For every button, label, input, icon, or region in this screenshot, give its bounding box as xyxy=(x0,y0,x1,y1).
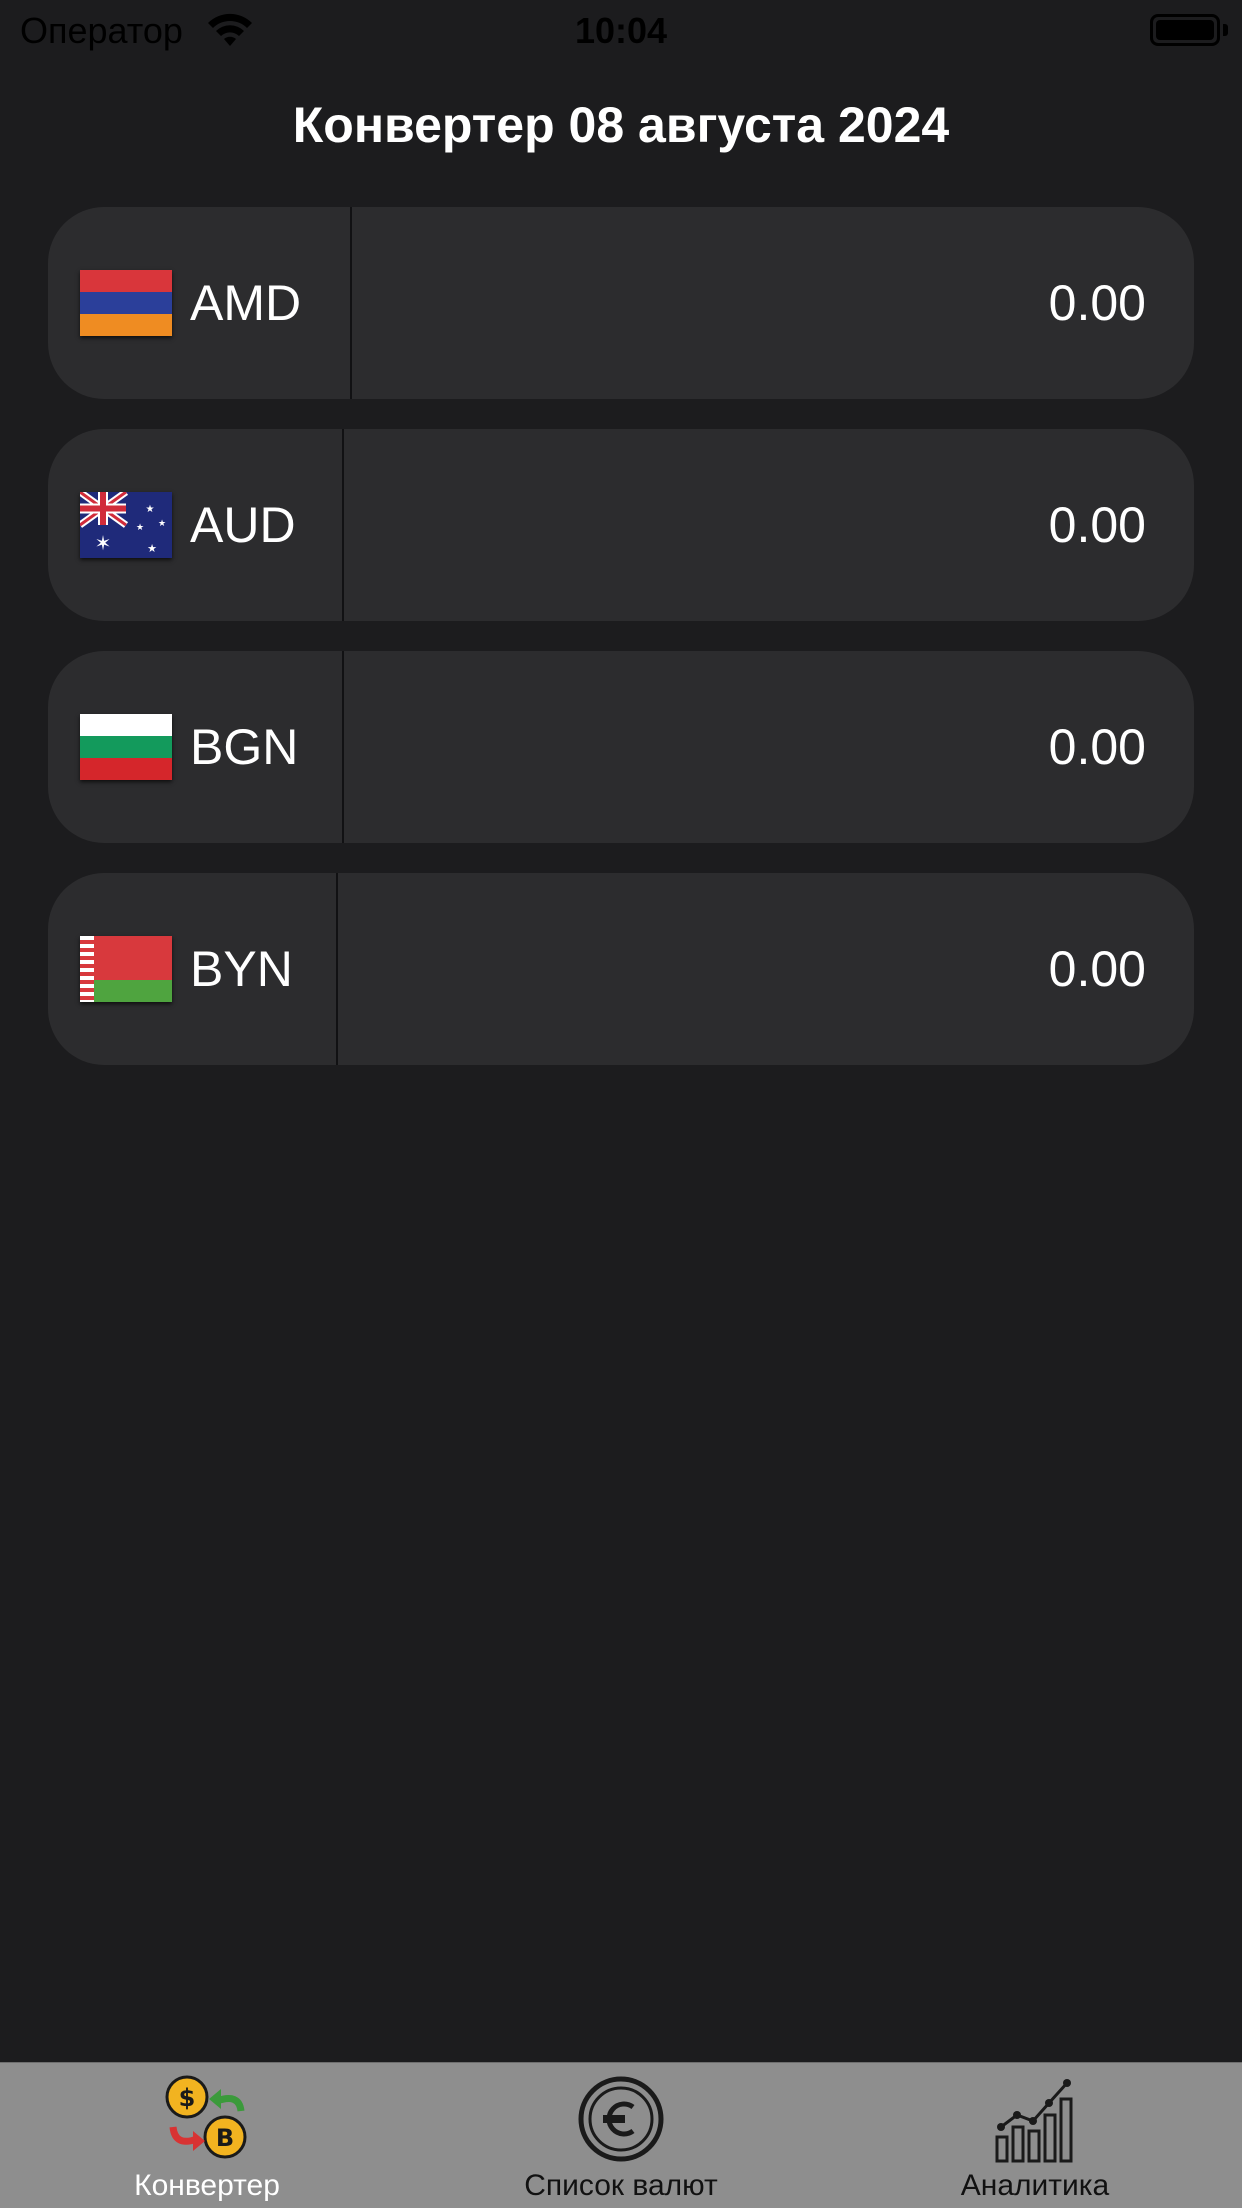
status-bar: Оператор 10:04 xyxy=(0,0,1242,62)
tab-label: Конвертер xyxy=(134,2169,280,2202)
svg-text:★: ★ xyxy=(136,522,144,532)
tab-bar: $ B Конвертер Список валют Аналитика xyxy=(0,2062,1242,2208)
currency-list: AMD 0.00 ✶ ★ ★ ★ ★ AUD 0.00 BGN 0.00 BYN… xyxy=(48,207,1194,1095)
currency-exchange-icon: $ B xyxy=(165,2075,247,2159)
tab-currency-list[interactable]: Список валют xyxy=(414,2063,828,2208)
currency-row-amd[interactable]: AMD 0.00 xyxy=(48,207,1194,399)
svg-text:★: ★ xyxy=(146,504,155,515)
amount-field[interactable]: 0.00 xyxy=(344,718,1194,776)
currency-code: AUD xyxy=(190,497,296,553)
bar-chart-icon xyxy=(995,2079,1073,2163)
currency-code: BGN xyxy=(190,719,299,775)
clock: 10:04 xyxy=(574,10,668,51)
currency-selector[interactable]: ✶ ★ ★ ★ ★ AUD xyxy=(48,429,344,621)
currency-row-bgn[interactable]: BGN 0.00 xyxy=(48,651,1194,843)
currency-code: BYN xyxy=(190,941,293,997)
svg-text:B: B xyxy=(216,2124,234,2152)
tab-label: Аналитика xyxy=(960,2169,1110,2202)
tab-converter[interactable]: $ B Конвертер xyxy=(0,2063,414,2208)
armenia-flag-icon xyxy=(80,270,172,336)
tab-analytics[interactable]: Аналитика xyxy=(828,2063,1242,2208)
currency-row-aud[interactable]: ✶ ★ ★ ★ ★ AUD 0.00 xyxy=(48,429,1194,621)
euro-coin-icon xyxy=(578,2076,664,2162)
svg-text:★: ★ xyxy=(147,543,157,555)
currency-selector[interactable]: AMD xyxy=(48,207,352,399)
australia-flag-icon: ✶ ★ ★ ★ ★ xyxy=(80,492,172,558)
currency-code: AMD xyxy=(190,275,302,331)
bulgaria-flag-icon xyxy=(80,714,172,780)
belarus-flag-icon xyxy=(80,936,172,1002)
tab-label: Список валют xyxy=(524,2169,718,2202)
page-title: Конвертер 08 августа 2024 xyxy=(292,97,950,153)
battery-icon xyxy=(1150,14,1220,46)
currency-row-byn[interactable]: BYN 0.00 xyxy=(48,873,1194,1065)
amount-field[interactable]: 0.00 xyxy=(344,496,1194,554)
amount-field[interactable]: 0.00 xyxy=(352,274,1194,332)
currency-selector[interactable]: BGN xyxy=(48,651,344,843)
svg-text:✶: ✶ xyxy=(95,533,112,555)
svg-text:$: $ xyxy=(179,2084,196,2112)
currency-selector[interactable]: BYN xyxy=(48,873,338,1065)
svg-text:★: ★ xyxy=(158,518,166,528)
amount-field[interactable]: 0.00 xyxy=(338,940,1194,998)
battery-tip xyxy=(1223,24,1228,36)
